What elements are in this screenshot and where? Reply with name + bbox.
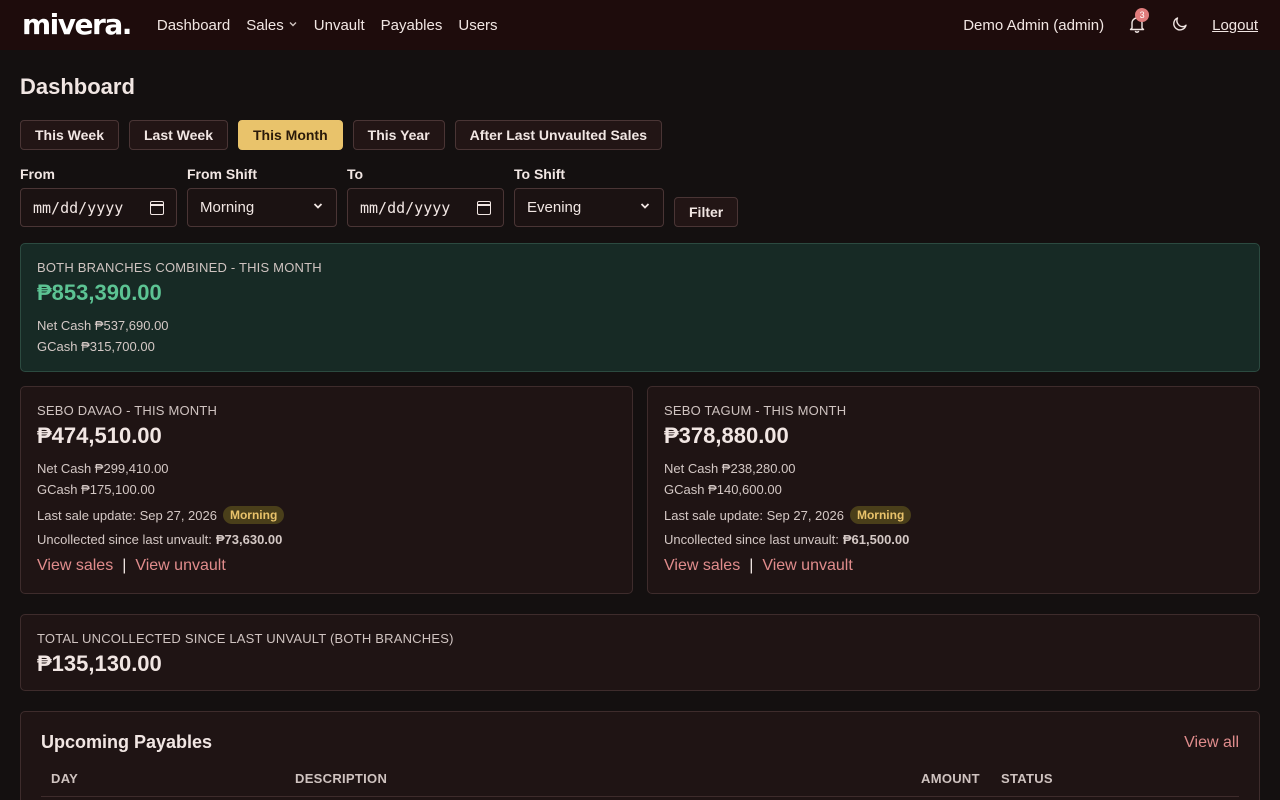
calendar-icon[interactable] xyxy=(150,200,164,215)
chevron-down-icon xyxy=(288,19,298,32)
column-description: DESCRIPTION xyxy=(295,771,388,786)
branch-net-cash: Net Cash ₱238,280.00 xyxy=(664,461,796,476)
payables-table-header: DAY DESCRIPTION AMOUNT STATUS xyxy=(41,771,1239,797)
range-this-week-button[interactable]: This Week xyxy=(20,120,119,150)
column-amount: AMOUNT xyxy=(921,771,980,786)
branch-gcash: GCash ₱140,600.00 xyxy=(664,482,782,497)
to-shift-field: To Shift Evening xyxy=(514,166,664,227)
branch-card-davao: SEBO DAVAO - THIS MONTH ₱474,510.00 Net … xyxy=(20,386,633,594)
combined-gcash: GCash ₱315,700.00 xyxy=(37,339,155,354)
to-field: To mm/dd/yyyy xyxy=(347,166,504,227)
last-sale-update: Last sale update: Sep 27, 2026 Morning xyxy=(664,506,1243,524)
user-name: Demo Admin (admin) xyxy=(963,16,1105,34)
nav-payables[interactable]: Payables xyxy=(381,17,443,34)
moon-icon xyxy=(1172,15,1189,35)
from-shift-field: From Shift Morning xyxy=(187,166,337,227)
branch-label: SEBO TAGUM - THIS MONTH xyxy=(664,403,847,418)
branch-gcash: GCash ₱175,100.00 xyxy=(37,482,155,497)
chevron-down-icon xyxy=(639,199,651,216)
combined-net-cash: Net Cash ₱537,690.00 xyxy=(37,318,169,333)
shift-badge: Morning xyxy=(849,506,912,524)
combined-label: BOTH BRANCHES COMBINED - THIS MONTH xyxy=(37,260,322,275)
brand-logo[interactable]: mivera. xyxy=(22,11,132,39)
uncollected-amount: ₱73,630.00 xyxy=(215,532,283,547)
link-separator: | xyxy=(122,557,127,574)
chevron-down-icon xyxy=(312,199,324,216)
navbar: mivera. Dashboard Sales Unvault Payables… xyxy=(0,0,1280,50)
total-uncollected-label: TOTAL UNCOLLECTED SINCE LAST UNVAULT (BO… xyxy=(37,631,454,646)
from-label: From xyxy=(20,166,55,182)
to-shift-label: To Shift xyxy=(514,166,566,182)
theme-toggle-button[interactable] xyxy=(1170,15,1190,35)
total-uncollected-value: ₱135,130.00 xyxy=(37,651,162,676)
filter-button[interactable]: Filter xyxy=(674,197,739,227)
nav-unvault[interactable]: Unvault xyxy=(314,17,365,34)
range-after-last-unvault-button[interactable]: After Last Unvaulted Sales xyxy=(454,120,663,150)
to-label: To xyxy=(347,166,364,182)
view-unvault-link[interactable]: View unvault xyxy=(762,557,852,575)
branch-total: ₱378,880.00 xyxy=(664,423,789,448)
logout-link[interactable]: Logout xyxy=(1212,17,1258,34)
nav-right: Demo Admin (admin) 3 Logout xyxy=(963,8,1258,36)
range-last-week-button[interactable]: Last Week xyxy=(129,120,228,150)
from-field: From mm/dd/yyyy xyxy=(20,166,177,227)
from-shift-label: From Shift xyxy=(187,166,257,182)
combined-total: ₱853,390.00 xyxy=(37,280,162,305)
upcoming-payables-card: Upcoming Payables View all DAY DESCRIPTI… xyxy=(20,711,1260,800)
payables-header: Upcoming Payables View all xyxy=(41,732,1239,753)
last-sale-update: Last sale update: Sep 27, 2026 Morning xyxy=(37,506,616,524)
notification-button[interactable]: 3 xyxy=(1126,8,1150,36)
branch-cards: SEBO DAVAO - THIS MONTH ₱474,510.00 Net … xyxy=(20,386,1260,594)
calendar-icon[interactable] xyxy=(477,200,491,215)
uncollected-line: Uncollected since last unvault: ₱61,500.… xyxy=(664,532,910,547)
shift-badge: Morning xyxy=(222,506,285,524)
range-this-month-button[interactable]: This Month xyxy=(238,120,343,150)
from-date-input[interactable]: mm/dd/yyyy xyxy=(20,188,177,227)
to-date-input[interactable]: mm/dd/yyyy xyxy=(347,188,504,227)
column-day: DAY xyxy=(51,771,79,786)
uncollected-line: Uncollected since last unvault: ₱73,630.… xyxy=(37,532,283,547)
nav-sales[interactable]: Sales xyxy=(246,17,298,34)
nav-dashboard[interactable]: Dashboard xyxy=(157,17,230,34)
branch-links: View sales | View unvault xyxy=(37,557,616,575)
range-this-year-button[interactable]: This Year xyxy=(352,120,445,150)
to-shift-select[interactable]: Evening xyxy=(514,188,664,227)
notification-badge: 3 xyxy=(1135,8,1150,22)
nav-users[interactable]: Users xyxy=(458,17,497,34)
branch-card-tagum: SEBO TAGUM - THIS MONTH ₱378,880.00 Net … xyxy=(647,386,1260,594)
branch-total: ₱474,510.00 xyxy=(37,423,162,448)
branch-links: View sales | View unvault xyxy=(664,557,1243,575)
view-all-payables-link[interactable]: View all xyxy=(1184,734,1239,752)
from-shift-select[interactable]: Morning xyxy=(187,188,337,227)
view-sales-link[interactable]: View sales xyxy=(664,557,740,575)
filter-row: From mm/dd/yyyy From Shift Morning To mm… xyxy=(20,166,1260,227)
view-unvault-link[interactable]: View unvault xyxy=(135,557,225,575)
main-content: Dashboard This Week Last Week This Month… xyxy=(0,50,1280,800)
total-uncollected-card: TOTAL UNCOLLECTED SINCE LAST UNVAULT (BO… xyxy=(20,614,1260,691)
branch-label: SEBO DAVAO - THIS MONTH xyxy=(37,403,218,418)
nav-links: Dashboard Sales Unvault Payables Users xyxy=(157,17,498,34)
column-status: STATUS xyxy=(1001,771,1053,786)
payables-title: Upcoming Payables xyxy=(41,732,213,752)
uncollected-amount: ₱61,500.00 xyxy=(842,532,910,547)
branch-net-cash: Net Cash ₱299,410.00 xyxy=(37,461,169,476)
combined-summary-card: BOTH BRANCHES COMBINED - THIS MONTH ₱853… xyxy=(20,243,1260,372)
range-buttons: This Week Last Week This Month This Year… xyxy=(20,120,1260,150)
view-sales-link[interactable]: View sales xyxy=(37,557,113,575)
link-separator: | xyxy=(749,557,754,574)
page-title: Dashboard xyxy=(20,74,135,99)
